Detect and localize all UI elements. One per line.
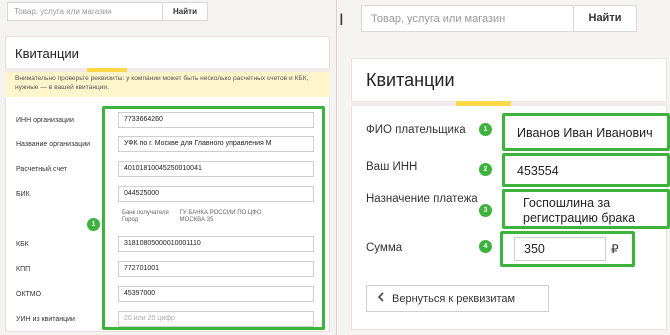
right-tab-bar (351, 101, 667, 106)
right-tab-indicator (456, 101, 511, 106)
left-label-kbk: КБК (16, 241, 29, 248)
right-label-inn: Ваш ИНН (366, 161, 418, 173)
right-badge-3: 3 (479, 204, 492, 217)
left-search-input[interactable]: Товар, услуга или магазин (7, 2, 163, 21)
left-label-kpp: КПП (16, 266, 31, 273)
left-warning-note: Внимательно проверьте реквизиты: у компа… (5, 72, 330, 97)
chevron-left-icon (377, 292, 384, 305)
left-search-button[interactable]: Найти (162, 2, 208, 21)
ruble-sign: ₽ (611, 242, 619, 256)
text-cursor-glyph: I (339, 10, 344, 29)
left-step-badge: 1 (87, 218, 100, 231)
left-label-uin: УИН из квитанции (16, 316, 75, 323)
right-badge-4: 4 (479, 240, 492, 253)
right-search-input[interactable]: Товар, услуга или магазин (361, 5, 574, 32)
right-label-purpose: Назначение платежа (366, 193, 478, 205)
right-badge-1: 1 (479, 123, 492, 136)
left-label-org-name: Название организации (16, 141, 91, 148)
right-label-sum: Сумма (366, 242, 403, 254)
left-label-oktmo: ОКТМО (16, 291, 42, 298)
right-field-sum[interactable]: 350 (514, 237, 606, 261)
right-label-fio: ФИО плательщика (366, 124, 466, 136)
right-badge-2: 2 (479, 163, 492, 176)
left-label-inn: ИНН организации (16, 117, 74, 124)
right-field-fio[interactable]: Иванов Иван Иванович (502, 113, 670, 151)
right-field-purpose[interactable]: Госпошлина за регистрацию брака (502, 189, 670, 229)
back-to-requisites-button[interactable]: Вернуться к реквизитам (366, 285, 549, 312)
left-label-bik: БИК (16, 191, 30, 198)
back-button-label: Вернуться к реквизитам (392, 293, 516, 305)
left-label-account: Расчетный счет (16, 166, 67, 173)
left-page-title: Квитанции (15, 46, 79, 61)
right-search-button[interactable]: Найти (573, 5, 637, 32)
right-page-title: Квитанции (366, 70, 455, 90)
left-highlight-box (102, 106, 325, 330)
right-field-inn[interactable]: 453554 (502, 153, 670, 187)
